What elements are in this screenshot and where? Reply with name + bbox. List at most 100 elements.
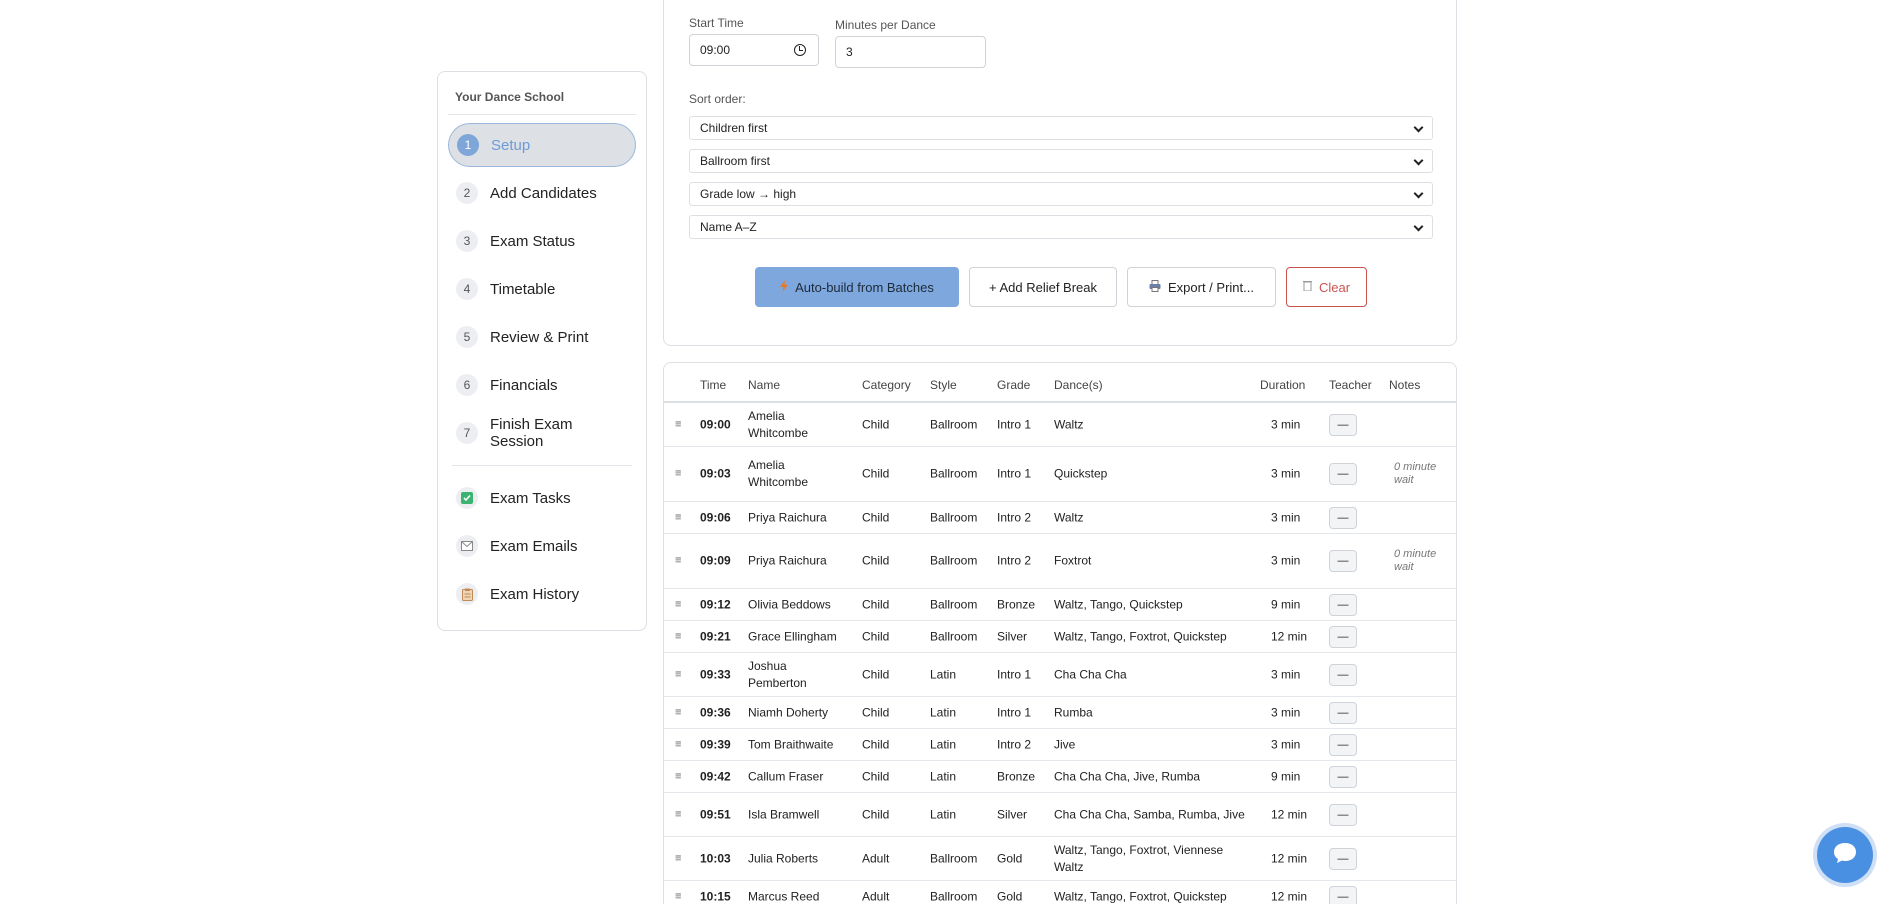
drag-handle-icon[interactable]: ≡ — [675, 509, 681, 526]
teacher-button[interactable]: — — [1329, 413, 1357, 436]
nav-step-setup[interactable]: 1 Setup — [448, 123, 636, 167]
clear-button[interactable]: Clear — [1286, 267, 1367, 307]
row-style: Ballroom — [930, 553, 978, 568]
row-category: Child — [862, 597, 890, 611]
step-number: 7 — [456, 422, 478, 444]
sort-select-3[interactable]: Grade low → high — [689, 182, 1433, 206]
row-grade: Intro 1 — [997, 466, 1032, 481]
add-relief-break-button[interactable]: + Add Relief Break — [969, 267, 1117, 307]
drag-handle-icon[interactable]: ≡ — [675, 768, 681, 785]
chevron-down-icon — [1413, 221, 1424, 232]
teacher-button[interactable]: — — [1329, 463, 1357, 485]
table-row[interactable]: ≡ 09:06 Priya Raichura Child Ballroom Intro 2… — [664, 502, 1456, 534]
chevron-down-icon — [1413, 122, 1424, 133]
nav-exam-history[interactable]: Exam History — [448, 572, 636, 616]
school-name: Your Dance School — [448, 90, 636, 115]
table-row[interactable]: ≡ 09:21 Grace Ellingham Child Ballroom Silver… — [664, 621, 1456, 653]
row-style: Ballroom — [930, 851, 978, 865]
drag-handle-icon[interactable]: ≡ — [675, 466, 681, 483]
nav-step-finish[interactable]: 7 Finish Exam Session — [448, 411, 636, 455]
row-grade: Intro 1 — [997, 705, 1032, 719]
nav-label: Review & Print — [490, 328, 589, 346]
export-print-button[interactable]: Export / Print... — [1127, 267, 1276, 307]
row-name: Grace Ellingham — [748, 629, 837, 643]
teacher-button[interactable]: — — [1329, 550, 1357, 572]
teacher-button[interactable]: — — [1329, 701, 1357, 724]
nav-step-add-candidates[interactable]: 2 Add Candidates — [448, 171, 636, 215]
drag-handle-icon[interactable]: ≡ — [675, 888, 681, 904]
drag-handle-icon[interactable]: ≡ — [675, 628, 681, 645]
minutes-per-dance-input[interactable]: 3 — [835, 36, 986, 68]
teacher-button[interactable]: — — [1329, 733, 1357, 756]
drag-handle-icon[interactable]: ≡ — [675, 704, 681, 721]
nav-label: Financials — [490, 376, 558, 394]
chevron-down-icon — [1413, 188, 1424, 199]
teacher-button[interactable]: — — [1329, 885, 1357, 904]
table-row[interactable]: ≡ 09:00 Amelia Whitcombe Child Ballroom Intro… — [664, 403, 1456, 447]
nav-label: Exam Status — [490, 232, 576, 250]
nav-step-review-print[interactable]: 5 Review & Print — [448, 315, 636, 359]
row-duration: 3 min — [1271, 510, 1301, 524]
row-category: Child — [862, 629, 890, 643]
drag-handle-icon[interactable]: ≡ — [675, 806, 681, 823]
table-row[interactable]: ≡ 10:15 Marcus Reed Adult Ballroom Gold Waltz,… — [664, 881, 1456, 904]
sort-select-4[interactable]: Name A–Z — [689, 215, 1433, 239]
row-duration: 9 min — [1271, 597, 1301, 611]
table-row[interactable]: ≡ 09:36 Niamh Doherty Child Latin Intro 1 Rumb… — [664, 697, 1456, 729]
printer-icon — [1149, 279, 1161, 295]
teacher-button[interactable]: — — [1329, 803, 1357, 826]
teacher-button[interactable]: — — [1329, 506, 1357, 529]
table-header: Time Name Category Style Grade Dance(s) … — [664, 363, 1456, 403]
table-row[interactable]: ≡ 09:39 Tom Braithwaite Child Latin Intro 2 Ji… — [664, 729, 1456, 761]
col-time: Time — [700, 378, 727, 392]
start-time-label: Start Time — [689, 16, 744, 30]
row-style: Latin — [930, 807, 957, 821]
teacher-button[interactable]: — — [1329, 593, 1357, 616]
row-name: Julia Roberts — [748, 851, 819, 865]
sort-select-2[interactable]: Ballroom first — [689, 149, 1433, 173]
sort-select-1[interactable]: Children first — [689, 116, 1433, 140]
teacher-button[interactable]: — — [1329, 765, 1357, 788]
row-category: Adult — [862, 889, 890, 903]
teacher-button[interactable]: — — [1329, 847, 1357, 870]
teacher-button[interactable]: — — [1329, 663, 1357, 686]
table-row[interactable]: ≡ 09:33 Joshua Pemberton Child Latin Intro 1 C… — [664, 653, 1456, 697]
row-dances: Cha Cha Cha, Jive, Rumba — [1054, 769, 1201, 783]
nav-step-exam-status[interactable]: 3 Exam Status — [448, 219, 636, 263]
row-name: Amelia Whitcombe — [748, 408, 809, 440]
table-row[interactable]: ≡ 09:09 Priya Raichura Child Ballroom Intro 2… — [664, 534, 1456, 589]
table-row[interactable]: ≡ 09:42 Callum Fraser Child Latin Bronze Cha C… — [664, 761, 1456, 793]
col-duration: Duration — [1260, 378, 1306, 392]
table-row[interactable]: ≡ 09:51 Isla Bramwell Child Latin Silver Cha C… — [664, 793, 1456, 837]
drag-handle-icon[interactable]: ≡ — [675, 666, 681, 683]
row-name: Niamh Doherty — [748, 705, 829, 719]
drag-handle-icon[interactable]: ≡ — [675, 850, 681, 867]
drag-handle-icon[interactable]: ≡ — [675, 553, 681, 570]
col-teacher: Teacher — [1329, 378, 1372, 392]
table-row[interactable]: ≡ 09:12 Olivia Beddows Child Ballroom Bronze W… — [664, 589, 1456, 621]
drag-handle-icon[interactable]: ≡ — [675, 596, 681, 613]
chevron-down-icon — [1413, 155, 1424, 166]
nav-step-financials[interactable]: 6 Financials — [448, 363, 636, 407]
row-dances: Foxtrot — [1054, 553, 1092, 568]
row-time: 09:21 — [700, 629, 731, 643]
row-name: Joshua Pemberton — [748, 658, 807, 690]
teacher-button[interactable]: — — [1329, 625, 1357, 648]
nav-exam-tasks[interactable]: Exam Tasks — [448, 476, 636, 520]
start-time-input[interactable]: 09:00 — [689, 34, 819, 66]
row-time: 09:42 — [700, 769, 731, 783]
minutes-value: 3 — [846, 45, 853, 59]
chat-button[interactable] — [1817, 827, 1873, 883]
nav-step-timetable[interactable]: 4 Timetable — [448, 267, 636, 311]
nav-exam-emails[interactable]: Exam Emails — [448, 524, 636, 568]
auto-build-button[interactable]: Auto-build from Batches — [755, 267, 959, 307]
drag-handle-icon[interactable]: ≡ — [675, 416, 681, 433]
row-grade: Intro 1 — [997, 417, 1032, 431]
table-row[interactable]: ≡ 10:03 Julia Roberts Adult Ballroom Gold Walt… — [664, 837, 1456, 881]
table-row[interactable]: ≡ 09:03 Amelia Whitcombe Child Ballroom Intro… — [664, 447, 1456, 502]
chat-icon — [1832, 841, 1858, 870]
row-dances: Waltz, Tango, Foxtrot, Viennese Waltz — [1054, 842, 1224, 874]
settings-card: Start Time 09:00 Minutes per Dance 3 Sor… — [663, 0, 1457, 346]
drag-handle-icon[interactable]: ≡ — [675, 736, 681, 753]
row-dances: Waltz, Tango, Quickstep — [1054, 597, 1183, 611]
